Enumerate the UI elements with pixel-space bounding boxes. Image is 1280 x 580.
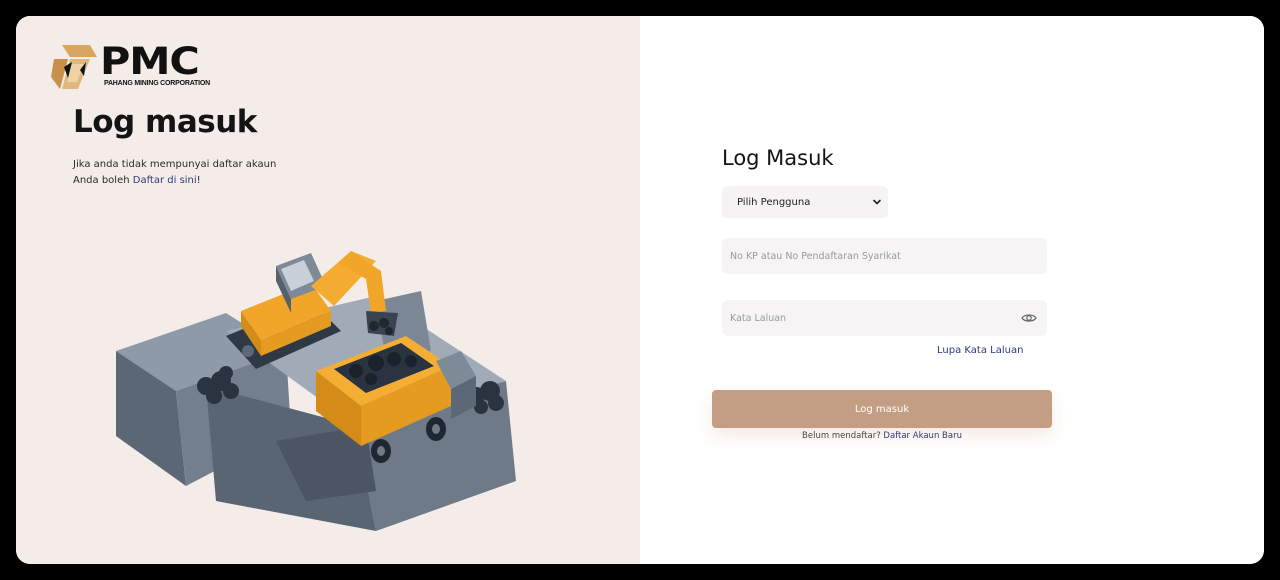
company-logo: PMC PAHANG MINING CORPORATION [50,42,210,92]
password-input[interactable] [730,312,1010,324]
id-number-field[interactable] [722,238,1047,274]
page-heading: Log masuk [73,104,257,140]
logo-wordmark: PMC [100,40,200,83]
register-prompt: Belum mendaftar? Daftar Akaun Baru [712,431,1052,441]
left-panel: PMC PAHANG MINING CORPORATION Log masuk … [16,16,640,564]
eye-icon[interactable] [1021,312,1037,324]
register-hint: Jika anda tidak mempunyai daftar akaun A… [73,157,276,189]
register-hint-line2: Anda boleh Daftar di sini! [73,173,276,189]
register-hint-suffix: ! [196,175,201,186]
user-type-selected: Pilih Pengguna [737,196,811,208]
register-here-link[interactable]: Daftar di sini [133,175,197,186]
login-form-panel: Log Masuk Pilih Pengguna Lupa Kata Lalua… [640,16,1264,564]
app-window: PMC PAHANG MINING CORPORATION Log masuk … [16,16,1264,564]
login-button[interactable]: Log masuk [712,390,1052,428]
register-new-account-link[interactable]: Daftar Akaun Baru [883,431,962,441]
id-number-input[interactable] [730,250,1010,262]
password-field[interactable] [722,300,1047,336]
register-hint-prefix: Anda boleh [73,175,133,186]
mining-excavator-illustration [116,251,516,531]
register-hint-line1: Jika anda tidak mempunyai daftar akaun [73,159,277,170]
forgot-password-link[interactable]: Lupa Kata Laluan [937,345,1023,356]
register-prompt-text: Belum mendaftar? [802,431,884,441]
form-title: Log Masuk [722,146,834,170]
chevron-down-icon [872,197,882,207]
user-type-select[interactable]: Pilih Pengguna [722,186,888,218]
logo-emblem-icon [51,45,97,89]
